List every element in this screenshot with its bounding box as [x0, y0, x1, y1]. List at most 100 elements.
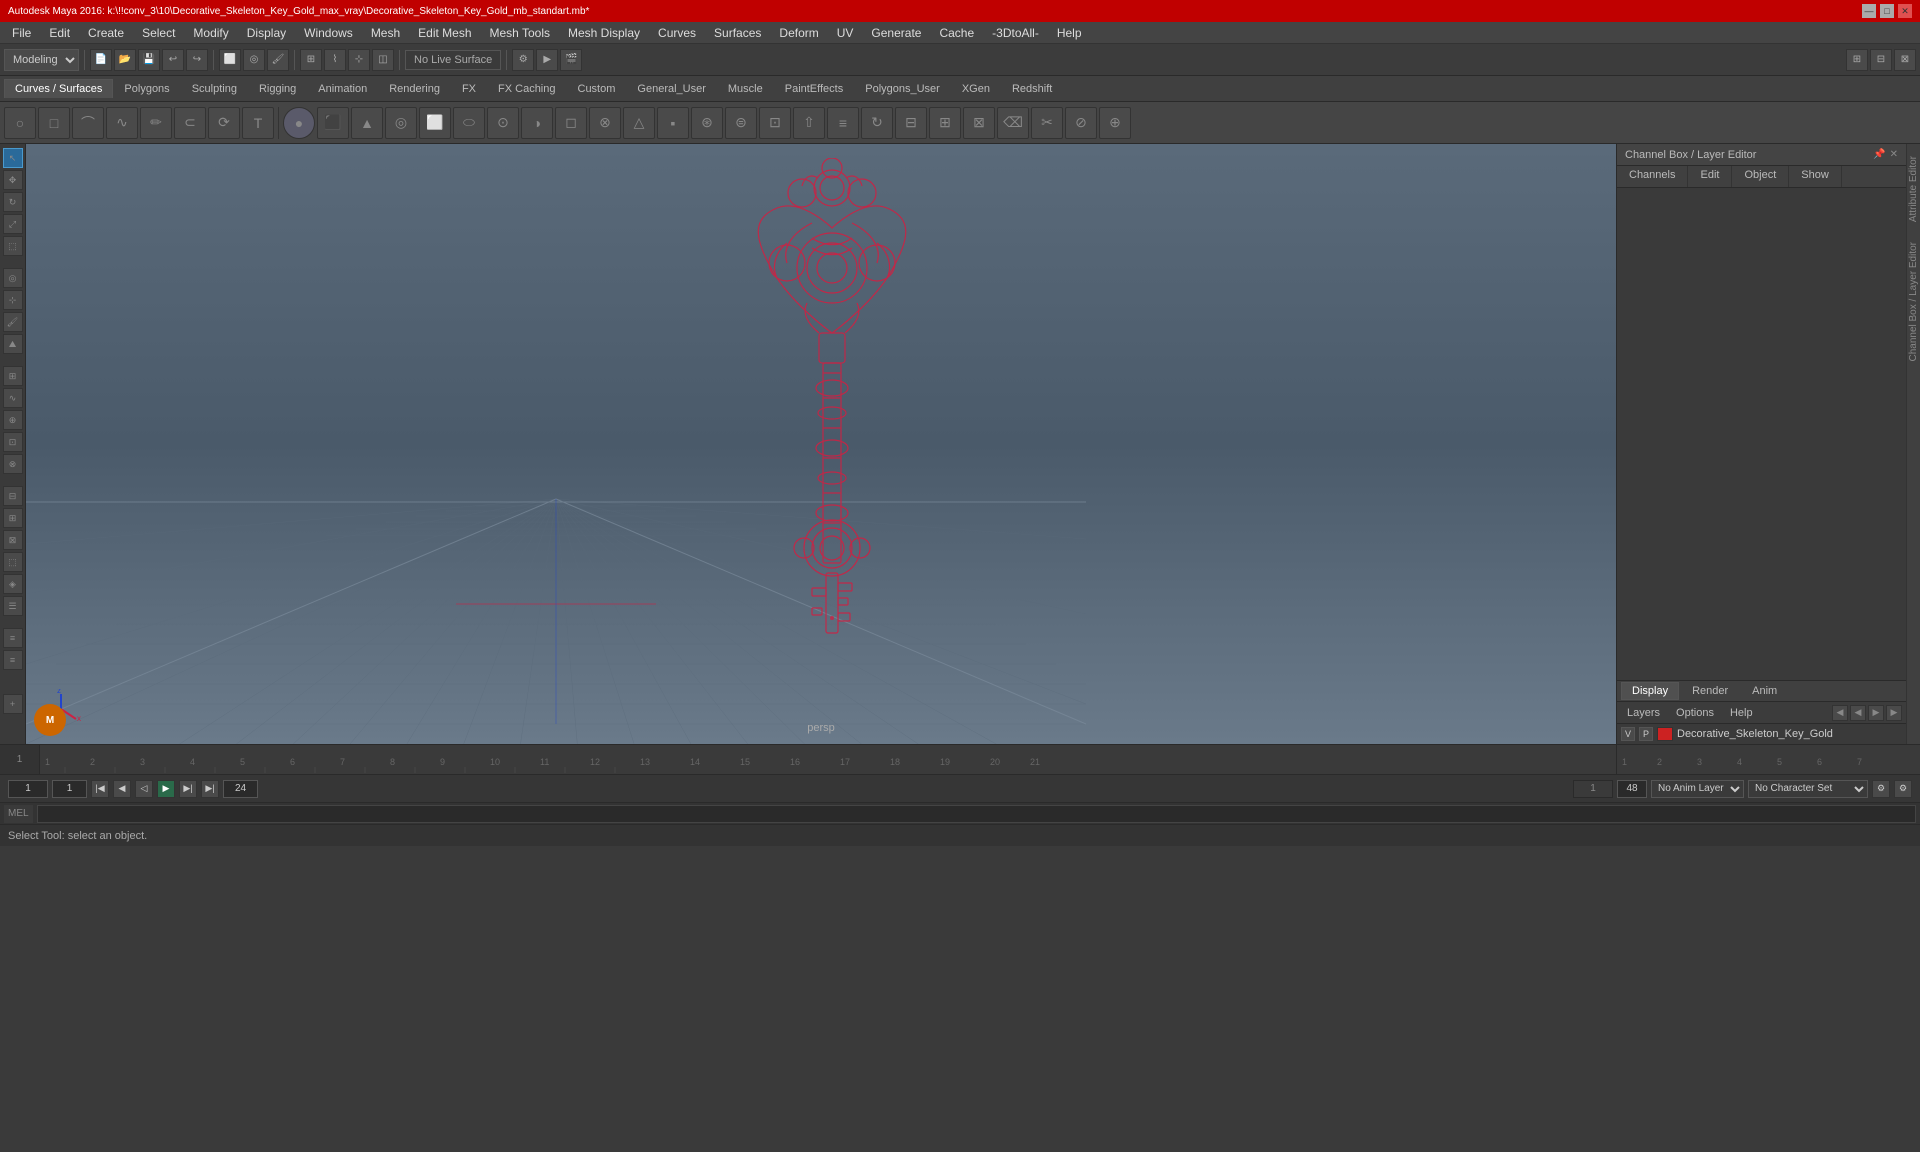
- soft-mod-button[interactable]: ◎: [3, 268, 23, 288]
- cb-tab-object[interactable]: Object: [1732, 166, 1789, 187]
- shelf-icon-nurbs-cube[interactable]: ◻: [555, 107, 587, 139]
- shelf-icon-birail[interactable]: ⊟: [895, 107, 927, 139]
- shelf-icon-cylinder[interactable]: ⬭: [453, 107, 485, 139]
- shelf-icon-trim[interactable]: ✂: [1031, 107, 1063, 139]
- shelf-icon-helix[interactable]: ⟳: [208, 107, 240, 139]
- step-back-btn[interactable]: ◀: [113, 780, 131, 798]
- viewport[interactable]: View Shading Lighting Show Renderer Pane…: [26, 144, 1616, 744]
- shelf-tab-sculpting[interactable]: Sculpting: [181, 79, 248, 98]
- close-button[interactable]: ✕: [1898, 4, 1912, 18]
- snap-to-point-btn[interactable]: ⊕: [3, 410, 23, 430]
- layer-color-swatch[interactable]: [1657, 727, 1673, 741]
- shelf-icon-fillet[interactable]: ⌫: [997, 107, 1029, 139]
- menu-edit[interactable]: Edit: [41, 24, 78, 42]
- shelf-icon-cube[interactable]: ⬛: [317, 107, 349, 139]
- move-tool-button[interactable]: ✥: [3, 170, 23, 190]
- snap-surface-button[interactable]: ◫: [372, 49, 394, 71]
- redo-button[interactable]: ↪: [186, 49, 208, 71]
- right-tool1[interactable]: ⊞: [1846, 49, 1868, 71]
- anim-options-btn1[interactable]: ⚙: [1872, 780, 1890, 798]
- shelf-tab-polygons-user[interactable]: Polygons_User: [854, 79, 951, 98]
- step-fwd-btn[interactable]: ▶|: [179, 780, 197, 798]
- right-tool3[interactable]: ⊠: [1894, 49, 1916, 71]
- shelf-tab-animation[interactable]: Animation: [307, 79, 378, 98]
- menu-create[interactable]: Create: [80, 24, 132, 42]
- shelf-tab-paint-effects[interactable]: PaintEffects: [774, 79, 855, 98]
- shelf-icon-curve[interactable]: ∿: [106, 107, 138, 139]
- range-end-input[interactable]: [223, 780, 258, 798]
- shelf-icon-nurbs-torus[interactable]: ⊛: [691, 107, 723, 139]
- mel-input[interactable]: [37, 805, 1916, 823]
- menu-edit-mesh[interactable]: Edit Mesh: [410, 24, 479, 42]
- play-back-btn[interactable]: ◁: [135, 780, 153, 798]
- shelf-icon-sphere[interactable]: ●: [283, 107, 315, 139]
- shelf-icon-arc[interactable]: ⌒: [72, 107, 104, 139]
- channel-box-pin-btn[interactable]: 📌: [1873, 149, 1885, 160]
- render-button[interactable]: ▶: [536, 49, 558, 71]
- layer-btn-1[interactable]: ≡: [3, 628, 23, 648]
- show-manip-button[interactable]: ⊹: [3, 290, 23, 310]
- shelf-icon-project[interactable]: ⊘: [1065, 107, 1097, 139]
- snap-to-live-btn[interactable]: ⊗: [3, 454, 23, 474]
- shelf-tab-curves-surfaces[interactable]: Curves / Surfaces: [4, 79, 113, 98]
- shelf-icon-square[interactable]: □: [38, 107, 70, 139]
- range-start-input[interactable]: [52, 780, 87, 798]
- timeline-ruler-right[interactable]: 1 2 3 4 5 6 7: [1616, 745, 1906, 774]
- shelf-icon-cone[interactable]: ▲: [351, 107, 383, 139]
- channel-box-close-btn[interactable]: ✕: [1890, 149, 1898, 160]
- ipr-button[interactable]: 🎬: [560, 49, 582, 71]
- cb-tab-show[interactable]: Show: [1789, 166, 1842, 187]
- shelf-tab-general-user[interactable]: General_User: [626, 79, 716, 98]
- display-mode-2[interactable]: ⊞: [3, 508, 23, 528]
- timeline-ruler-left[interactable]: 1 2 3 4 5 6 7 8 9 10 11 12 13 14 15 16 1…: [40, 745, 1616, 774]
- go-to-start-btn[interactable]: |◀: [91, 780, 109, 798]
- render-settings-button[interactable]: ⚙: [512, 49, 534, 71]
- shelf-icon-bezier[interactable]: ⊂: [174, 107, 206, 139]
- end-frame-right-input[interactable]: [1617, 780, 1647, 798]
- shelf-icon-nurbs-cylinder[interactable]: ⊗: [589, 107, 621, 139]
- shelf-icon-square-surface[interactable]: ⊠: [963, 107, 995, 139]
- menu-file[interactable]: File: [4, 24, 39, 42]
- shelf-icon-nurbs-square[interactable]: ⊡: [759, 107, 791, 139]
- snap-curve-button[interactable]: ⌇: [324, 49, 346, 71]
- help-menu[interactable]: Help: [1724, 706, 1759, 720]
- shelf-icon-text[interactable]: T: [242, 107, 274, 139]
- hypershade-btn[interactable]: ◈: [3, 574, 23, 594]
- layer-playback-btn[interactable]: P: [1639, 727, 1653, 741]
- menu-surfaces[interactable]: Surfaces: [706, 24, 769, 42]
- rotate-tool-button[interactable]: ↻: [3, 192, 23, 212]
- layer-nav-btn4[interactable]: ▶: [1886, 705, 1902, 721]
- shelf-icon-disk[interactable]: ⊙: [487, 107, 519, 139]
- shelf-tab-xgen[interactable]: XGen: [951, 79, 1001, 98]
- layer-nav-btn3[interactable]: ▶: [1868, 705, 1884, 721]
- menu-mesh[interactable]: Mesh: [363, 24, 408, 42]
- shelf-icon-boundary[interactable]: ⊞: [929, 107, 961, 139]
- shelf-tab-fx[interactable]: FX: [451, 79, 487, 98]
- shelf-icon-torus[interactable]: ◎: [385, 107, 417, 139]
- render-tab[interactable]: Render: [1681, 682, 1739, 700]
- new-scene-button[interactable]: 📄: [90, 49, 112, 71]
- layer-nav-btn1[interactable]: ◀: [1832, 705, 1848, 721]
- render-view-btn[interactable]: ⬚: [3, 552, 23, 572]
- select-tool-button[interactable]: ↖: [3, 148, 23, 168]
- shelf-icon-nurbs-cone[interactable]: △: [623, 107, 655, 139]
- shelf-tab-muscle[interactable]: Muscle: [717, 79, 774, 98]
- layer-visibility-btn[interactable]: V: [1621, 727, 1635, 741]
- outliner-btn[interactable]: ☰: [3, 596, 23, 616]
- display-mode-3[interactable]: ⊠: [3, 530, 23, 550]
- display-tab[interactable]: Display: [1621, 682, 1679, 700]
- undo-button[interactable]: ↩: [162, 49, 184, 71]
- shelf-icon-circle[interactable]: ○: [4, 107, 36, 139]
- paint-effects-button[interactable]: 🖌: [3, 312, 23, 332]
- shelf-icon-loft[interactable]: ≡: [827, 107, 859, 139]
- menu-windows[interactable]: Windows: [296, 24, 361, 42]
- snap-to-view-btn[interactable]: ⊡: [3, 432, 23, 452]
- layer-nav-btn2[interactable]: ◀: [1850, 705, 1866, 721]
- menu-deform[interactable]: Deform: [771, 24, 826, 42]
- display-mode-1[interactable]: ⊟: [3, 486, 23, 506]
- shelf-icon-revolve[interactable]: ↻: [861, 107, 893, 139]
- module-selector[interactable]: Modeling: [4, 49, 79, 71]
- paint-select-button[interactable]: 🖌: [267, 49, 289, 71]
- options-menu[interactable]: Options: [1670, 706, 1720, 720]
- anim-layer-select[interactable]: No Anim Layer: [1651, 780, 1744, 798]
